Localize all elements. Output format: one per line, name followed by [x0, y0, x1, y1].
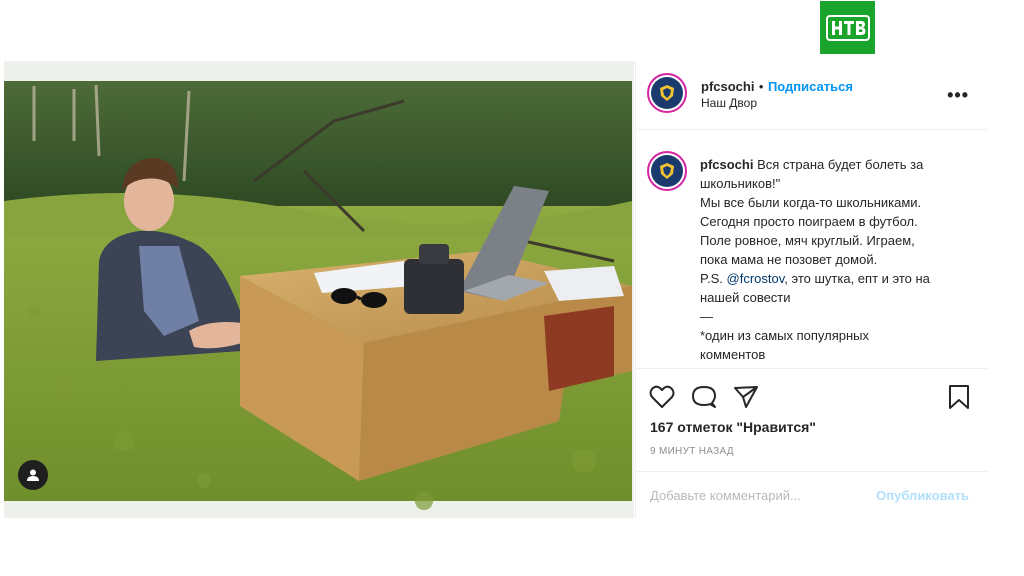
likes-count[interactable]: 167 отметок "Нравится"	[650, 419, 816, 435]
post-photo[interactable]	[4, 61, 634, 518]
comment-input[interactable]	[650, 488, 880, 503]
caption-line: школьников!"	[700, 176, 781, 191]
post-header: pfcsochi • Подписаться Наш Двор •••	[635, 61, 987, 130]
post-time[interactable]: 9 минут назад	[650, 446, 734, 457]
caption-username[interactable]: pfcsochi	[700, 157, 753, 172]
share-icon[interactable]	[732, 383, 760, 411]
caption-text: pfcsochi Вся страна будет болеть за школ…	[700, 155, 970, 364]
caption-ps: P.S.	[700, 271, 723, 286]
username[interactable]: pfcsochi	[701, 79, 754, 94]
caption-line: Поле ровное, мяч круглый. Играем,	[700, 233, 915, 248]
avatar[interactable]	[647, 73, 687, 113]
post-side-panel: pfcsochi • Подписаться Наш Двор ••• pfcs…	[635, 61, 987, 518]
caption-line: комментов	[700, 347, 766, 362]
caption-line: *один из самых популярных	[700, 328, 869, 343]
ntv-logo	[820, 1, 875, 54]
mention-link[interactable]: @fcrostov	[727, 271, 785, 286]
caption-line: Сегодня просто поиграем в футбол.	[700, 214, 918, 229]
caption-line: Мы все были когда-то школьниками.	[700, 195, 922, 210]
post-image	[4, 81, 632, 510]
action-bar	[635, 379, 987, 415]
comment-icon[interactable]	[690, 383, 718, 411]
location-link[interactable]: Наш Двор	[701, 96, 757, 110]
bookmark-icon[interactable]	[945, 383, 973, 411]
club-crest-icon	[651, 155, 683, 187]
caption-avatar[interactable]	[647, 151, 687, 191]
follow-button[interactable]: Подписаться	[768, 79, 853, 94]
comment-row: Опубликовать	[635, 471, 987, 519]
publish-button[interactable]: Опубликовать	[876, 488, 969, 503]
caption-line: , это шутка, епт и это на	[784, 271, 930, 286]
caption-line: Вся страна будет болеть за	[757, 157, 924, 172]
user-tag-icon	[27, 469, 39, 481]
user-tag-button[interactable]	[18, 460, 48, 490]
club-crest-icon	[651, 77, 683, 109]
caption-divider: —	[700, 309, 713, 324]
caption-line: пока мама не позовет домой.	[700, 252, 878, 267]
more-icon[interactable]: •••	[947, 85, 969, 106]
separator-dot: •	[758, 79, 764, 94]
caption-line: нашей совести	[700, 290, 791, 305]
heart-icon[interactable]	[648, 383, 676, 411]
ntv-logo-mark	[825, 14, 870, 41]
caption-area: pfcsochi Вся страна будет болеть за школ…	[635, 130, 987, 369]
